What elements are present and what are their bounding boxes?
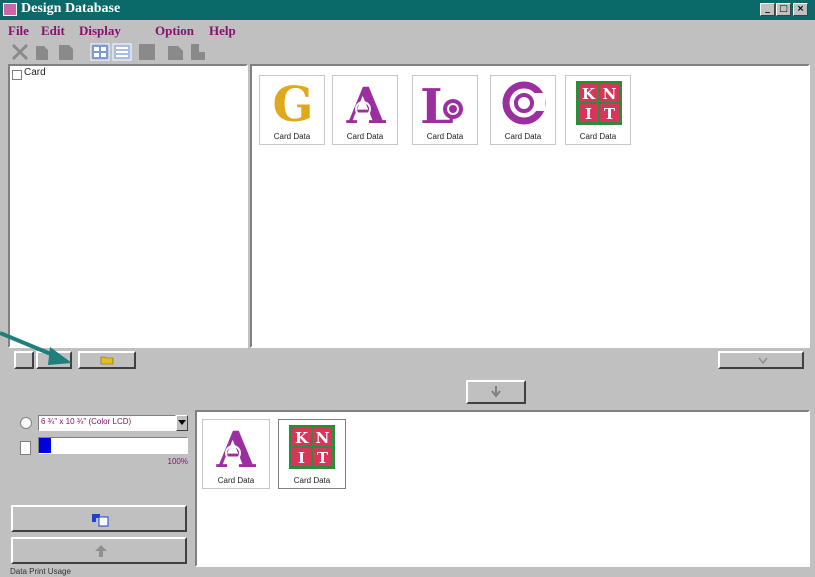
print-controls: 6 ¾" x 10 ¾" (Color LCD) 100% bbox=[8, 405, 193, 567]
progress-label: 100% bbox=[167, 457, 188, 466]
card-caption: Card Data bbox=[579, 132, 617, 141]
selected-designs-basket: A Card Data K N I T Card Data bbox=[195, 410, 810, 567]
tree-node-card[interactable]: Card bbox=[24, 67, 46, 78]
paste-icon[interactable] bbox=[56, 42, 76, 62]
menu-display[interactable]: Display bbox=[79, 23, 121, 39]
collapse-button[interactable] bbox=[718, 351, 804, 369]
write-button[interactable] bbox=[11, 537, 187, 564]
gallery-card-g[interactable]: G Card Data bbox=[259, 75, 325, 145]
menu-help[interactable]: Help bbox=[209, 23, 236, 39]
menu-bar: File Edit Display Option Help bbox=[0, 20, 815, 40]
media-select-dropdown-button[interactable] bbox=[176, 415, 188, 431]
svg-text:T: T bbox=[317, 449, 329, 467]
card-caption: Card Data bbox=[217, 476, 255, 485]
tree-node-expander[interactable] bbox=[12, 70, 22, 80]
transfer-icon bbox=[92, 514, 109, 527]
menu-file[interactable]: File bbox=[8, 23, 29, 39]
toolbar bbox=[0, 40, 815, 64]
progress-fill bbox=[39, 438, 51, 453]
status-bar: Data Print Usage bbox=[0, 567, 815, 577]
delete-icon[interactable] bbox=[137, 42, 157, 62]
card-thumbnail-a: A bbox=[346, 79, 387, 127]
chevron-down-icon bbox=[758, 357, 768, 365]
gallery-card-c[interactable]: Card Data bbox=[490, 75, 556, 145]
card-caption: Card Data bbox=[273, 132, 311, 141]
add-to-basket-button[interactable] bbox=[466, 380, 526, 404]
basket-card-knit[interactable]: K N I T Card Data bbox=[278, 419, 346, 489]
card-caption: Card Data bbox=[346, 132, 384, 141]
app-icon bbox=[3, 3, 17, 16]
progress-bar bbox=[38, 437, 188, 454]
arrow-down-icon bbox=[491, 386, 501, 398]
svg-text:I: I bbox=[298, 449, 305, 467]
category-tree[interactable]: Card bbox=[8, 64, 248, 348]
window-title: Design Database bbox=[21, 1, 121, 16]
upload-arrow-icon bbox=[95, 545, 107, 557]
menu-option[interactable]: Option bbox=[155, 23, 194, 39]
maximize-button[interactable]: □ bbox=[776, 3, 791, 16]
svg-text:N: N bbox=[603, 85, 617, 103]
svg-text:I: I bbox=[585, 105, 592, 123]
transfer-button[interactable] bbox=[11, 505, 187, 532]
middle-toolbar bbox=[0, 348, 815, 372]
media-select[interactable]: 6 ¾" x 10 ¾" (Color LCD) bbox=[38, 415, 176, 431]
svg-text:T: T bbox=[604, 105, 616, 123]
cut-icon[interactable] bbox=[10, 42, 30, 62]
copies-checkbox[interactable] bbox=[20, 441, 31, 455]
folder-icon bbox=[100, 356, 114, 365]
close-button[interactable]: × bbox=[793, 3, 808, 16]
move-up-icon[interactable] bbox=[166, 42, 186, 62]
menu-edit[interactable]: Edit bbox=[41, 23, 65, 39]
pointer-arrow-icon bbox=[0, 331, 72, 365]
dropdown-arrow-icon bbox=[178, 420, 186, 425]
gallery-card-l[interactable]: L Card Data bbox=[412, 75, 478, 145]
gallery-card-knit[interactable]: K N I T Card Data bbox=[565, 75, 631, 145]
card-caption: Card Data bbox=[293, 476, 331, 485]
card-thumbnail-g: G bbox=[273, 79, 314, 127]
move-down-icon[interactable] bbox=[188, 42, 208, 62]
card-caption: Card Data bbox=[504, 132, 542, 141]
gallery-card-a[interactable]: A Card Data bbox=[332, 75, 398, 145]
card-thumbnail-c bbox=[502, 81, 546, 125]
list-view-icon[interactable] bbox=[112, 42, 132, 62]
svg-text:G: G bbox=[273, 79, 314, 127]
minimize-button[interactable]: _ bbox=[760, 3, 775, 16]
status-text: Data Print Usage bbox=[10, 567, 71, 576]
basket-card-a[interactable]: A Card Data bbox=[202, 419, 270, 489]
large-icons-view-icon[interactable] bbox=[90, 42, 110, 62]
card-caption: Card Data bbox=[426, 132, 464, 141]
svg-text:K: K bbox=[295, 429, 309, 447]
card-thumbnail-knit: K N I T bbox=[576, 81, 622, 125]
svg-text:N: N bbox=[316, 429, 330, 447]
media-radio[interactable] bbox=[20, 417, 32, 429]
copy-icon[interactable] bbox=[34, 42, 54, 62]
title-bar: Design Database _ □ × bbox=[0, 0, 815, 20]
design-gallery: G Card Data A Card Data L Card Data Card… bbox=[250, 64, 810, 348]
svg-text:K: K bbox=[582, 85, 596, 103]
card-thumbnail-l: L bbox=[421, 79, 463, 127]
card-thumbnail-knit: K N I T bbox=[289, 425, 335, 469]
card-thumbnail-a: A bbox=[216, 423, 257, 471]
